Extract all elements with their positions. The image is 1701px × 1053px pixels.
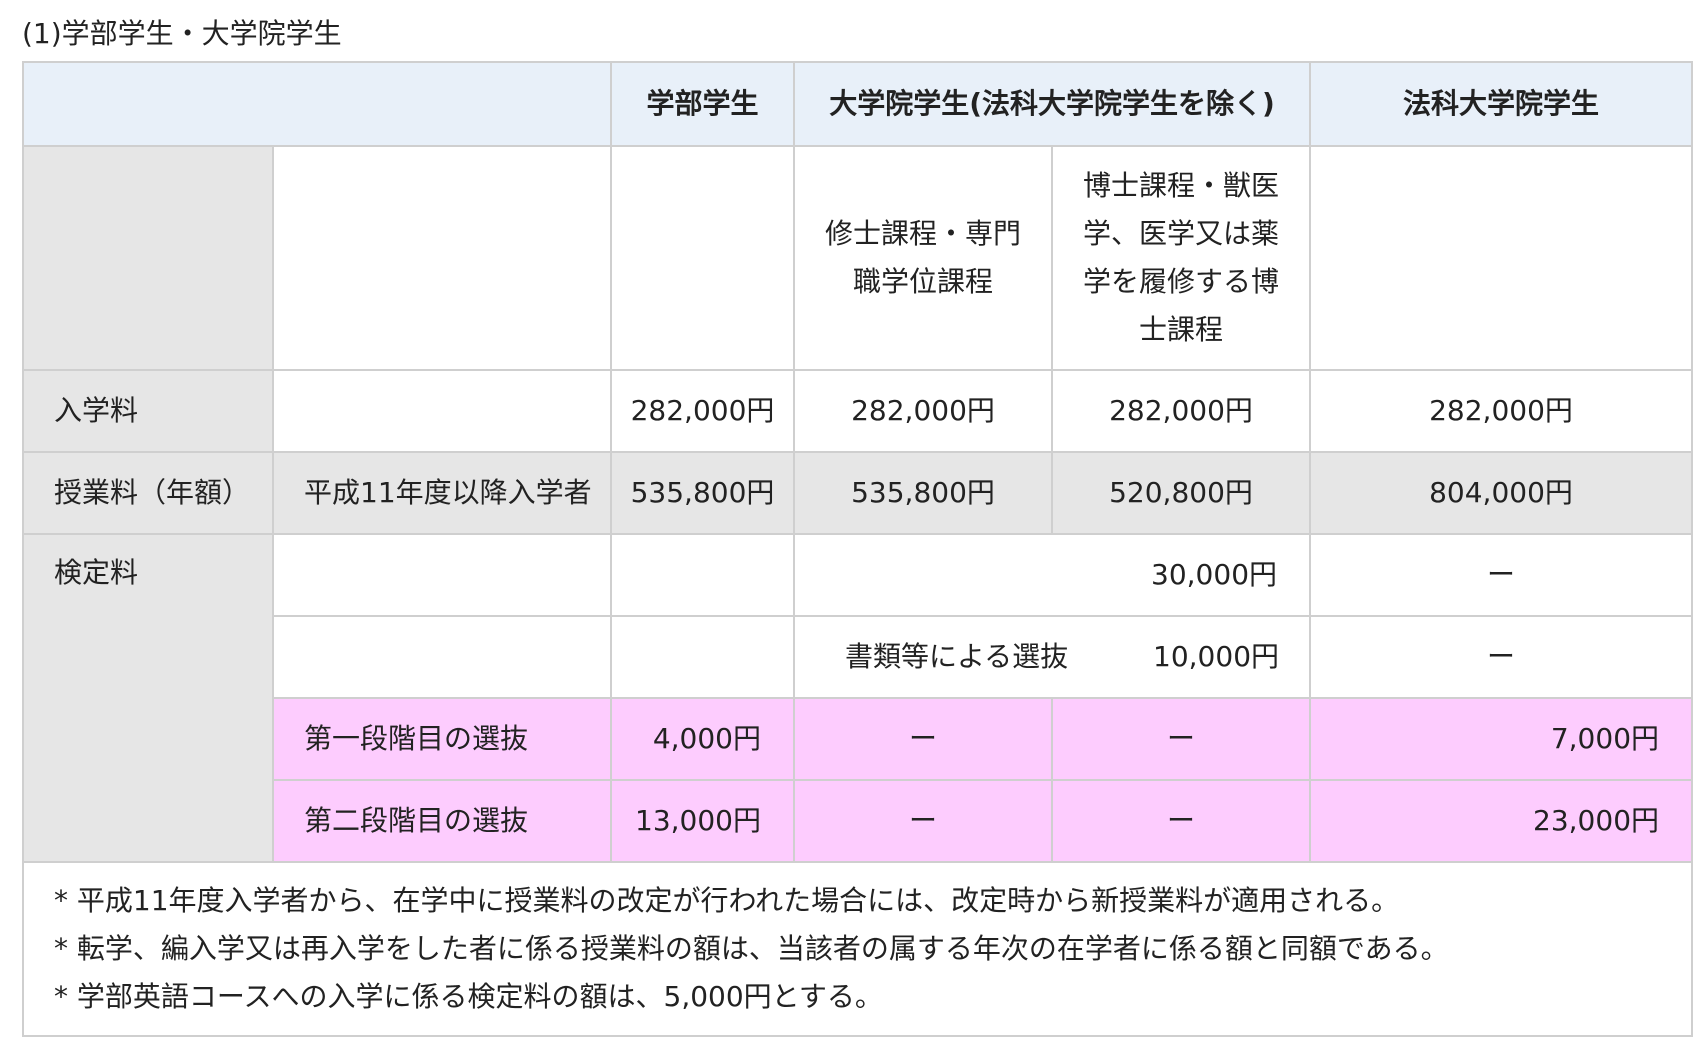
header-law: 法科大学院学生 xyxy=(1309,61,1694,147)
tuition-doctoral: 520,800円 xyxy=(1050,451,1312,535)
tuition-sub: 平成11年度以降入学者 xyxy=(272,451,612,535)
exam-stage2-row: 第二段階目の選抜 13,000円 ー ー 23,000円 xyxy=(23,779,1694,863)
admission-doctoral: 282,000円 xyxy=(1050,369,1312,453)
exam-docs-label: 書類等による選抜 xyxy=(845,640,1069,673)
tuition-row: 授業料（年額） 平成11年度以降入学者 535,800円 535,800円 52… xyxy=(22,451,1694,535)
exam-general-undergrad-blank xyxy=(610,533,795,617)
exam-stage2-doctoral: ー xyxy=(1050,779,1312,863)
subheader-doctoral-line: 学を履修する博 xyxy=(1083,265,1280,298)
exam-stage2-undergrad: 13,000円 xyxy=(610,779,795,863)
exam-general-sub-blank xyxy=(272,533,612,617)
table-subheader-row: 修士課程・専門 職学位課程 博士課程・獣医 学、医学又は薬 学を履修する博 士課… xyxy=(22,145,1694,371)
admission-sub-blank xyxy=(272,369,612,453)
footnote-item: * 平成11年度入学者から、在学中に授業料の改定が行われた場合には、改定時から新… xyxy=(54,884,1400,917)
exam-general-grad: 30,000円 xyxy=(792,533,1312,617)
footnote-row: * 平成11年度入学者から、在学中に授業料の改定が行われた場合には、改定時から新… xyxy=(21,861,1694,1037)
admission-undergrad: 282,000円 xyxy=(610,369,795,453)
exam-stage1-undergrad: 4,000円 xyxy=(610,697,795,781)
exam-docs-grad: 書類等による選抜 10,000円 xyxy=(792,615,1312,699)
exam-docs-row: 書類等による選抜 10,000円 ー xyxy=(23,615,1694,699)
tuition-law: 804,000円 xyxy=(1309,451,1694,535)
admission-row: 入学料 282,000円 282,000円 282,000円 282,000円 xyxy=(22,369,1694,453)
fee-table: 学部学生 大学院学生(法科大学院学生を除く) 法科大学院学生 修士課程・専門 職… xyxy=(21,61,1694,1037)
subheader-masters: 修士課程・専門 職学位課程 xyxy=(793,145,1053,371)
header-grad: 大学院学生(法科大学院学生を除く) xyxy=(792,61,1312,147)
subheader-doctoral-line: 学、医学又は薬 xyxy=(1083,217,1280,250)
subheader-masters-line: 職学位課程 xyxy=(852,265,993,298)
exam-docs-sub-blank xyxy=(272,615,612,699)
exam-stage2-law: 23,000円 xyxy=(1309,779,1694,863)
subheader-blank-sub xyxy=(272,145,612,371)
tuition-masters: 535,800円 xyxy=(793,451,1053,535)
exam-stage1-label: 第一段階目の選抜 xyxy=(272,697,612,781)
table-header-row: 学部学生 大学院学生(法科大学院学生を除く) 法科大学院学生 xyxy=(22,61,1694,147)
exam-docs-law: ー xyxy=(1309,615,1694,699)
exam-stage1-doctoral: ー xyxy=(1050,697,1312,781)
tuition-undergrad: 535,800円 xyxy=(610,451,795,535)
subheader-blank-law xyxy=(1309,145,1694,371)
exam-stage2-masters: ー xyxy=(793,779,1053,863)
footnote-item: * 転学、編入学又は再入学をした者に係る授業料の額は、当該者の属する年次の在学者… xyxy=(54,932,1449,965)
footnote-item: * 学部英語コースへの入学に係る検定料の額は、5,000円とする。 xyxy=(54,980,883,1013)
exam-docs-amount: 10,000円 xyxy=(1153,640,1280,673)
subheader-blank-label xyxy=(22,145,274,371)
section-caption: (1)学部学生・大学院学生 xyxy=(22,17,342,50)
subheader-blank-undergrad xyxy=(610,145,795,371)
admission-masters: 282,000円 xyxy=(793,369,1053,453)
exam-stage2-label: 第二段階目の選抜 xyxy=(272,779,612,863)
tuition-label: 授業料（年額） xyxy=(22,451,274,535)
subheader-doctoral-line: 士課程 xyxy=(1139,313,1224,346)
admission-label: 入学料 xyxy=(22,369,274,453)
exam-stage1-masters: ー xyxy=(793,697,1053,781)
header-undergrad: 学部学生 xyxy=(610,61,795,147)
exam-general-row: 検定料 30,000円 ー xyxy=(22,533,1694,863)
exam-stage1-row: 第一段階目の選抜 4,000円 ー ー 7,000円 xyxy=(23,697,1694,781)
subheader-doctoral-line: 博士課程・獣医 xyxy=(1083,169,1280,202)
exam-general-law: ー xyxy=(1309,533,1694,617)
exam-stage1-law: 7,000円 xyxy=(1309,697,1694,781)
exam-label: 検定料 xyxy=(22,533,274,863)
admission-law: 282,000円 xyxy=(1309,369,1694,453)
header-blank-cell xyxy=(22,61,612,147)
subheader-doctoral: 博士課程・獣医 学、医学又は薬 学を履修する博 士課程 xyxy=(1050,145,1312,371)
subheader-masters-line: 修士課程・専門 xyxy=(824,217,1021,250)
exam-docs-undergrad-blank xyxy=(610,615,795,699)
footnotes: * 平成11年度入学者から、在学中に授業料の改定が行われた場合には、改定時から新… xyxy=(21,861,1694,1037)
